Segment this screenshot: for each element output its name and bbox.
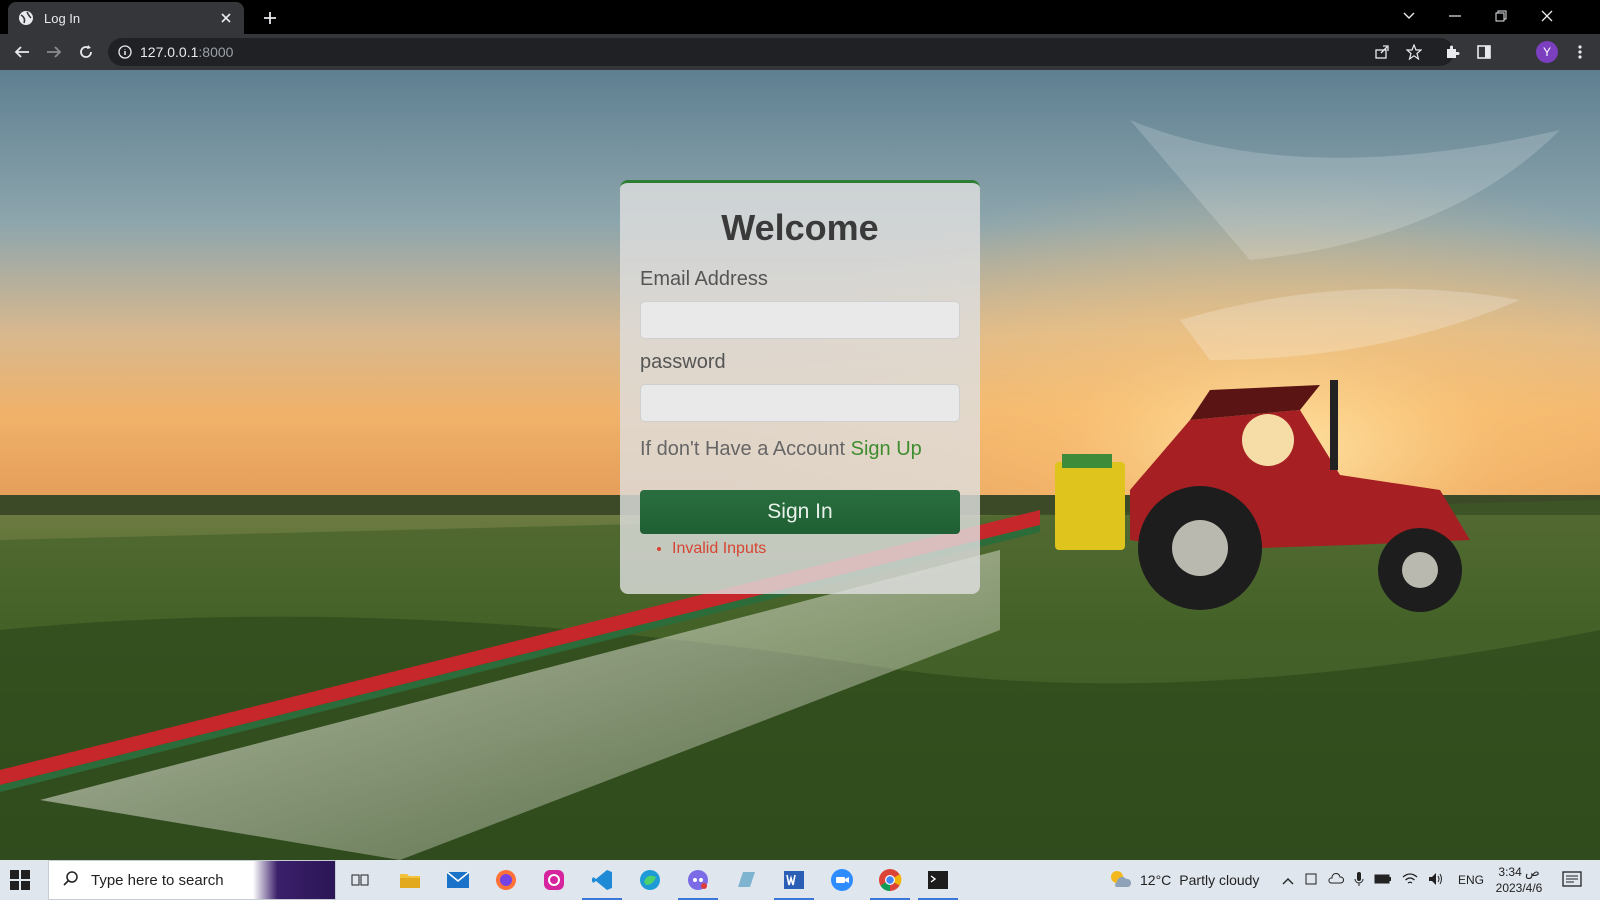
bookmark-star-icon[interactable] bbox=[1402, 40, 1426, 64]
vscode-icon[interactable] bbox=[582, 864, 622, 900]
microphone-icon[interactable] bbox=[1354, 871, 1364, 890]
address-bar[interactable]: 127.0.0.1:8000 bbox=[108, 38, 1454, 66]
mail-icon[interactable] bbox=[442, 864, 474, 896]
clock-date: 2023/4/6 bbox=[1495, 881, 1543, 895]
new-tab-icon[interactable] bbox=[258, 6, 282, 30]
taskbar-clock[interactable]: 3:34 ص 2023/4/6 bbox=[1480, 864, 1558, 896]
close-window-icon[interactable] bbox=[1524, 0, 1570, 32]
weather-widget[interactable]: 12°C Partly cloudy bbox=[1108, 860, 1259, 900]
signup-prompt: If don't Have a Account Sign Up bbox=[640, 434, 960, 464]
notification-center-icon[interactable] bbox=[1556, 864, 1588, 896]
clock-time: 3:34 ص bbox=[1498, 865, 1540, 879]
windows-start-icon[interactable] bbox=[10, 870, 30, 890]
chrome-icon[interactable] bbox=[870, 864, 910, 900]
zoom-icon[interactable] bbox=[826, 864, 858, 896]
url-port: :8000 bbox=[198, 44, 234, 60]
reload-icon[interactable] bbox=[74, 40, 98, 64]
extensions-puzzle-icon[interactable] bbox=[1440, 40, 1464, 64]
tray-icons: ENG bbox=[1282, 860, 1484, 900]
search-icon bbox=[63, 870, 79, 890]
instagram-icon[interactable] bbox=[538, 864, 570, 896]
forward-arrow-icon[interactable] bbox=[42, 40, 66, 64]
password-label: password bbox=[640, 351, 726, 373]
url-host: 127.0.0.1 bbox=[140, 44, 199, 60]
battery-icon[interactable] bbox=[1374, 872, 1392, 888]
word-icon[interactable] bbox=[774, 864, 814, 900]
page-viewport: Welcome Email Address password If don't … bbox=[0, 70, 1600, 860]
site-info-icon[interactable] bbox=[118, 45, 132, 59]
firefox-icon[interactable] bbox=[490, 864, 522, 896]
task-view-icon[interactable] bbox=[344, 864, 376, 896]
side-panel-icon[interactable] bbox=[1472, 40, 1496, 64]
wifi-icon[interactable] bbox=[1402, 872, 1418, 889]
show-hidden-icons-chevron-icon[interactable] bbox=[1282, 872, 1294, 888]
back-arrow-icon[interactable] bbox=[10, 40, 34, 64]
discord-icon[interactable] bbox=[678, 864, 718, 900]
tab-log-in[interactable]: Log In bbox=[8, 2, 244, 34]
notes-app-icon[interactable] bbox=[730, 864, 762, 896]
email-label: Email Address bbox=[640, 268, 768, 290]
login-card: Welcome Email Address password If don't … bbox=[620, 180, 980, 594]
restore-icon[interactable] bbox=[1478, 0, 1524, 32]
file-explorer-icon[interactable] bbox=[394, 864, 426, 896]
error-list: Invalid Inputs bbox=[640, 540, 960, 558]
sign-up-link[interactable]: Sign Up bbox=[851, 438, 922, 460]
search-placeholder: Type here to search bbox=[91, 871, 224, 889]
volume-icon[interactable] bbox=[1428, 872, 1444, 889]
browser-toolbar: 127.0.0.1:8000 Y bbox=[0, 34, 1600, 70]
taskbar-search-box[interactable]: Type here to search bbox=[48, 860, 336, 900]
password-field[interactable] bbox=[640, 384, 960, 422]
error-message: Invalid Inputs bbox=[672, 540, 960, 558]
partly-cloudy-icon bbox=[1108, 869, 1132, 892]
signup-prompt-text: If don't Have a Account bbox=[640, 438, 851, 460]
globe-icon bbox=[18, 10, 34, 26]
weather-desc: Partly cloudy bbox=[1179, 872, 1260, 888]
tab-title: Log In bbox=[44, 10, 81, 26]
email-field[interactable] bbox=[640, 301, 960, 339]
search-highlight-art bbox=[253, 861, 335, 899]
share-icon[interactable] bbox=[1370, 40, 1394, 64]
welcome-heading: Welcome bbox=[721, 207, 879, 248]
sign-in-button[interactable]: Sign In bbox=[640, 490, 960, 534]
weather-temp: 12°C bbox=[1140, 872, 1172, 888]
kebab-menu-icon[interactable] bbox=[1568, 40, 1592, 64]
meet-now-icon[interactable] bbox=[1304, 872, 1318, 889]
terminal-icon[interactable] bbox=[918, 864, 958, 900]
browser-tab-strip: Log In bbox=[0, 0, 1600, 34]
onedrive-cloud-icon[interactable] bbox=[1328, 872, 1345, 888]
close-tab-icon[interactable] bbox=[218, 10, 234, 26]
edge-icon[interactable] bbox=[634, 864, 666, 896]
profile-avatar[interactable]: Y bbox=[1536, 41, 1558, 63]
minimize-icon[interactable] bbox=[1432, 0, 1478, 32]
windows-taskbar: Type here to search 12°C Partly cloudy E… bbox=[0, 860, 1600, 900]
tab-search-chevron-icon[interactable] bbox=[1386, 0, 1432, 32]
